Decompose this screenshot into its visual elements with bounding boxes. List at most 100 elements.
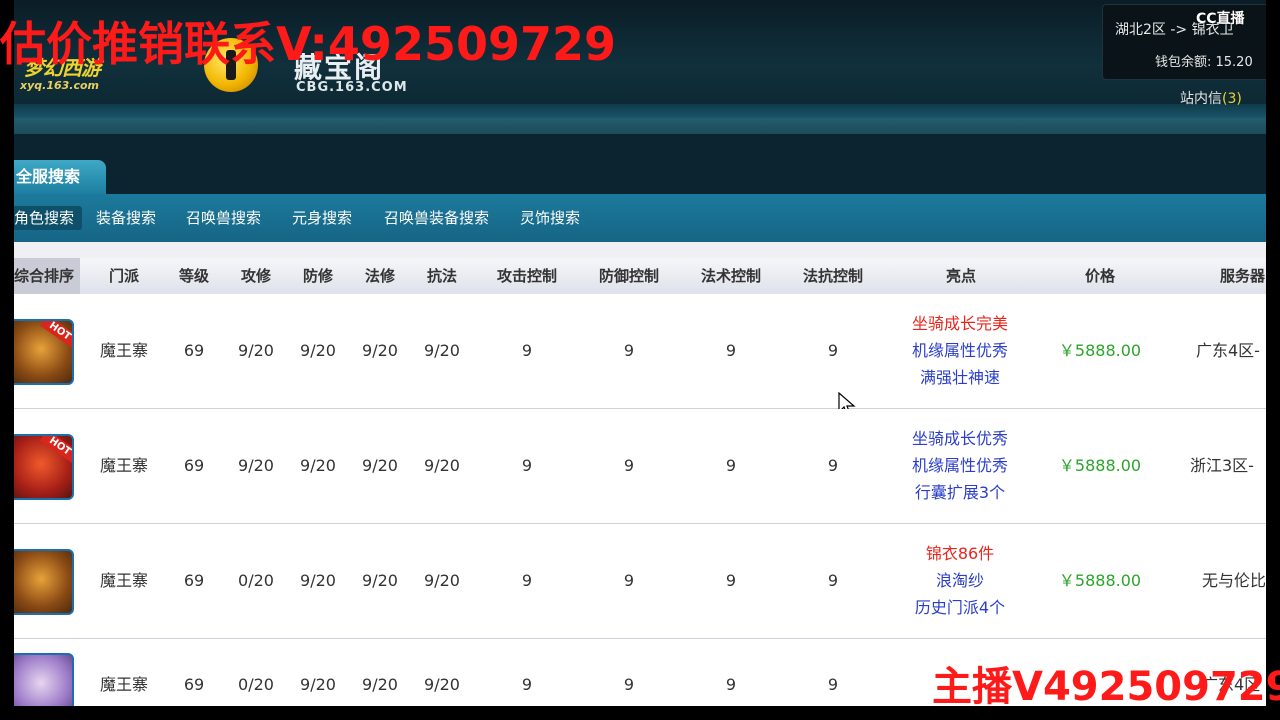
res-cell: 9/20 [424,571,460,590]
stream-logo: CC直播 [1196,11,1245,27]
col-atk-ctrl[interactable]: 攻击控制 [484,258,570,294]
ctrl3-cell: 9 [725,571,737,590]
def-cell: 9/20 [300,675,336,694]
server-cell: 浙江3区- [1190,456,1254,475]
ctrl1-cell: 9 [521,456,533,475]
res-cell: 9/20 [424,675,460,694]
server-cell: 广东4区- [1196,341,1260,360]
price-cell: ￥5888.00 [1058,456,1142,475]
table-row[interactable]: HOT 魔王寨 69 9/20 9/20 9/20 9/20 9 9 9 9 坐… [14,294,1266,416]
watermark-top: 估价推销联系V:492509729 [0,17,616,71]
def-cell: 9/20 [300,571,336,590]
atk-cell: 0/20 [238,571,274,590]
highlight-line: 坐骑成长优秀 [911,429,1008,448]
highlights-cell: 坐骑成长优秀 机缘属性优秀 行囊扩展3个 [890,425,1030,506]
tab-all-server-search[interactable]: 全服搜索 [14,160,106,194]
ctrl2-cell: 9 [623,456,635,475]
ctrl4-cell: 9 [827,456,839,475]
mag-cell: 9/20 [362,456,398,475]
col-res-ctrl[interactable]: 法抗控制 [790,258,876,294]
wallet-balance: 钱包余额: 15.20 [1155,55,1253,70]
col-def-ctrl[interactable]: 防御控制 [586,258,672,294]
col-price[interactable]: 价格 [1060,258,1140,294]
site-logo-url: CBG.163.COM [296,80,408,95]
res-cell: 9/20 [424,341,460,360]
highlight-line: 满强壮神速 [919,368,1000,387]
highlights-cell: 锦衣86件 浪淘纱 历史门派4个 [890,540,1030,621]
res-cell: 9/20 [424,456,460,475]
inbox-label: 站内信 [1180,91,1222,107]
col-mag-cult[interactable]: 法修 [350,258,410,294]
hot-badge: HOT [40,321,72,349]
inbox-link[interactable]: 站内信(3) [1180,88,1242,108]
subtab-ornament-search[interactable]: 灵饰搜索 [512,206,588,230]
sort-combined[interactable]: 综合排序 [14,258,80,294]
watermark-bottom: 主播V492509729 [932,664,1280,710]
ctrl2-cell: 9 [623,675,635,694]
school-cell: 魔王寨 [99,456,148,475]
avatar[interactable]: HOT [14,319,74,385]
highlight-line: 机缘属性优秀 [911,456,1008,475]
col-def-cult[interactable]: 防修 [288,258,348,294]
subtab-equip-search[interactable]: 装备搜索 [88,206,164,230]
game-logo-url: xyq.163.com [20,79,99,92]
col-mag-ctrl[interactable]: 法术控制 [688,258,774,294]
ctrl3-cell: 9 [725,341,737,360]
subtab-pet-equip-search[interactable]: 召唤兽装备搜索 [376,206,497,230]
tab-bar [14,134,1266,194]
mag-cell: 9/20 [362,341,398,360]
level-cell: 69 [183,675,205,694]
atk-cell: 9/20 [238,341,274,360]
table-row[interactable]: 魔王寨 69 0/20 9/20 9/20 9/20 9 9 9 9 锦衣86件… [14,524,1266,639]
ctrl3-cell: 9 [725,675,737,694]
highlight-line: 浪淘纱 [935,571,984,590]
header-stripe [14,104,1266,118]
def-cell: 9/20 [300,341,336,360]
level-cell: 69 [183,341,205,360]
ctrl4-cell: 9 [827,675,839,694]
search-type-nav: 角色搜索 装备搜索 召唤兽搜索 元身搜索 召唤兽装备搜索 灵饰搜索 [14,194,1266,242]
highlight-line: 行囊扩展3个 [914,483,1006,502]
school-cell: 魔王寨 [99,341,148,360]
col-school: 门派 [108,267,139,285]
highlight-line: 历史门派4个 [914,598,1006,617]
highlight-line: 锦衣86件 [925,544,995,563]
header-band [14,118,1266,134]
subtab-pet-search[interactable]: 召唤兽搜索 [178,206,269,230]
atk-cell: 9/20 [238,456,274,475]
ctrl3-cell: 9 [725,456,737,475]
mag-cell: 9/20 [362,571,398,590]
ctrl4-cell: 9 [827,571,839,590]
col-res-cult[interactable]: 抗法 [412,258,472,294]
ctrl2-cell: 9 [623,571,635,590]
hot-badge: HOT [40,436,72,464]
subtab-role-search[interactable]: 角色搜索 [14,206,83,230]
school-cell: 魔王寨 [99,571,148,590]
ctrl2-cell: 9 [623,341,635,360]
price-cell: ￥5888.00 [1058,571,1142,590]
ctrl1-cell: 9 [521,675,533,694]
server-cell: 无与伦比 [1202,571,1266,590]
highlight-line: 机缘属性优秀 [911,341,1008,360]
col-server: 服务器 [1220,267,1266,285]
col-level[interactable]: 等级 [164,258,224,294]
highlights-cell: 坐骑成长完美 机缘属性优秀 满强壮神速 [890,310,1030,391]
highlight-line: 坐骑成长完美 [911,314,1008,333]
table-header: 综合排序 门派 等级 攻修 防修 法修 抗法 攻击控制 防御控制 法术控制 法抗… [14,258,1266,295]
col-atk-cult[interactable]: 攻修 [226,258,286,294]
level-cell: 69 [183,456,205,475]
ctrl1-cell: 9 [521,571,533,590]
inbox-count: (3) [1222,91,1242,107]
col-highlights: 亮点 [945,267,976,285]
avatar[interactable]: HOT [14,434,74,500]
avatar[interactable] [14,653,74,706]
ctrl1-cell: 9 [521,341,533,360]
subtab-body-search[interactable]: 元身搜索 [284,206,360,230]
def-cell: 9/20 [300,456,336,475]
avatar[interactable] [14,549,74,615]
table-row[interactable]: HOT 魔王寨 69 9/20 9/20 9/20 9/20 9 9 9 9 坐… [14,409,1266,524]
browser-frame: 梦幻西游 xyq.163.com 藏宝阁 CBG.163.COM 湖北2区 ->… [14,0,1266,706]
school-cell: 魔王寨 [99,675,148,694]
ctrl4-cell: 9 [827,341,839,360]
price-cell: ￥5888.00 [1058,341,1142,360]
